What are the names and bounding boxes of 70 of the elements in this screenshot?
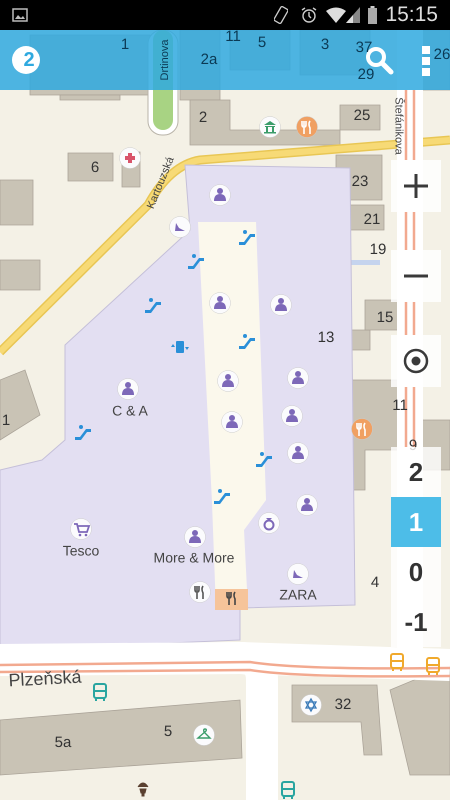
person-icon[interactable] [287,442,309,464]
house-number: 32 [334,694,352,715]
location-target-icon [403,348,429,374]
tram-track [404,210,416,252]
house-number: 13 [318,328,334,348]
person-icon[interactable] [270,294,292,316]
cross-icon[interactable] [119,147,141,169]
store-name: More & More [154,548,234,568]
image-icon [12,8,28,22]
house-number: 2 [198,108,208,128]
zoom-in-button[interactable] [391,160,441,212]
building [68,152,114,182]
phone-rotate-icon [274,6,288,24]
house-number: 5 [164,722,172,742]
street-name: Drtinova [158,40,172,80]
house-number: 4 [370,572,380,593]
floor-button[interactable]: 2 [391,447,441,497]
house-number: 5a [54,732,72,753]
house-number: 37 [356,38,372,58]
building [0,369,40,441]
plus-icon [403,173,429,199]
person-icon[interactable] [209,292,231,314]
person-icon[interactable] [287,367,309,389]
my-location-button[interactable] [391,335,441,387]
house-number: 23 [352,172,368,192]
store-name: ZARA [279,586,317,604]
battery-icon [368,6,378,24]
house-number: 2a [200,50,218,70]
house-number: 29 [358,64,374,85]
floor-button[interactable]: -1 [391,597,441,647]
person-icon[interactable] [281,405,303,427]
minus-icon [403,274,429,278]
person-icon[interactable] [217,370,239,392]
house-number: 3 [320,34,330,55]
house-number: 5 [258,32,266,53]
store-name: C & A [112,402,148,420]
cutlery-icon[interactable] [189,581,211,603]
museum-icon[interactable] [259,116,281,138]
person-icon[interactable] [296,494,318,516]
menu-icon[interactable] [421,46,431,76]
ring-icon[interactable] [258,512,280,534]
cart-icon[interactable] [70,518,92,540]
street-name: Štefánikova [391,97,406,155]
high-heel-icon[interactable] [287,563,309,585]
house-number: 6 [90,158,100,178]
house-number: 11 [225,26,241,47]
house-number: 15 [376,308,394,328]
house-number: 1 [120,34,130,55]
building [0,260,40,290]
house-number: 26 [434,44,450,65]
house-number: 1 [2,410,10,431]
person-icon[interactable] [221,411,243,433]
house-number: 25 [354,106,370,126]
tram-track [404,300,416,336]
store-name: Tesco [62,542,100,560]
house-number: 11 [392,396,408,416]
floor-button[interactable]: 0 [391,547,441,597]
clock-time: 15:15 [385,2,438,28]
signal-icon [346,7,360,23]
person-icon[interactable] [209,184,231,206]
person-icon[interactable] [117,378,139,400]
hanger-icon[interactable] [193,724,215,746]
building [0,180,34,226]
zoom-out-button[interactable] [391,250,441,302]
alarm-icon [300,6,318,24]
street-name: Plzeňská [8,666,82,692]
house-number: 21 [364,210,380,230]
house-number: 19 [370,240,386,260]
high-heel-icon[interactable] [169,216,191,238]
person-icon[interactable] [184,526,206,548]
